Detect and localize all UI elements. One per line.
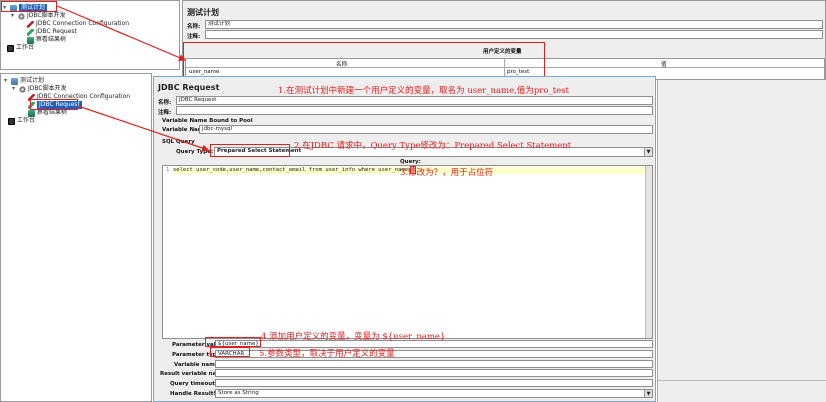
tree-item-thread-group[interactable]: ▾ JDBC脚本开发 [12,85,67,93]
pool-section-title: Variable Name Bound to Pool [162,118,253,124]
annotation-box-param-values [205,337,261,347]
gear-icon [19,85,26,93]
tree-item-label: JDBC Connection Configuration [36,20,130,27]
name-field[interactable]: JDBC Request [176,96,653,105]
right-panel-divider [658,380,826,381]
line-number: 1 [166,167,170,173]
tree-item-workbench[interactable]: 工作台 [7,44,34,52]
annotation-text-5: 5.参数类型，取决于用户定义的变量 [259,349,395,359]
name-field[interactable]: 测试计划 [205,20,823,29]
workbench-icon [8,117,15,125]
tree-item-label: JDBC脚本开发 [28,85,67,92]
comment-field[interactable] [176,106,653,115]
tree-item-label: 工作台 [17,117,36,124]
tree-item-jdbc-connection[interactable]: JDBC Connection Configuration [27,20,129,28]
page-title: 测试计划 [187,8,219,17]
comment-label: 注释: [187,34,201,40]
tree-item-workbench[interactable]: 工作台 [8,117,35,125]
tree-item-label: 察看结果树 [37,109,68,116]
annotation-text-2: 2.在JDBC 请求中，Query Type修改为：Prepared Selec… [294,141,572,151]
annotation-text-1: 1.在测试计划中新建一个用户定义的变量，取名为 user_name,值为pro_… [278,86,569,96]
sql-text: select user_code,user_name,contact_email… [173,167,412,173]
page-title: JDBC Request [158,83,220,92]
test-plan-icon [11,77,18,85]
annotation-box-test-plan [1,1,57,12]
comment-label: 注释: [158,110,172,116]
sql-query-editor[interactable]: 1 select user_code,user_name,contact_ema… [162,165,653,339]
annotation-text-3: 3.修改为？，用于占位符 [400,168,494,178]
annotation-box-query-type [210,144,290,157]
tree-item-label: JDBC脚本开发 [27,12,66,19]
sql-section-title: SQL Query [162,139,195,145]
name-label: 名称: [158,100,172,106]
tree-item-label: JDBC Request [36,28,77,35]
editor-scrollbar[interactable] [645,166,652,338]
bottom-test-plan-tree: ▾ 测试计划 ▾ JDBC脚本开发 JDBC Connection Config… [0,73,152,402]
tree-item-label: 察看结果树 [36,36,67,43]
annotation-box-udv [183,42,545,78]
comment-field[interactable] [205,30,823,39]
tree-item-test-plan[interactable]: ▾ 测试计划 [4,77,44,85]
annotation-box-jdbc-request [30,99,78,110]
variable-names-field[interactable] [215,360,653,368]
query-timeout-field[interactable] [215,379,653,387]
tree-item-label: 测试计划 [20,77,45,84]
collapse-icon[interactable]: ▾ [4,77,10,85]
name-label: 名称: [187,24,201,30]
tree-item-view-results[interactable]: 察看结果树 [27,36,66,44]
dropdown-arrow-icon[interactable]: ▼ [644,390,652,397]
variable-name-field[interactable]: jdbc-mysql [199,125,653,134]
tree-item-jdbc-request[interactable]: JDBC Request [27,28,77,36]
wrench-icon [27,20,34,28]
annotation-box-param-types [210,347,250,357]
listener-icon [27,36,34,44]
gear-icon [18,12,25,20]
sampler-icon [27,28,34,36]
tree-item-thread-group[interactable]: ▾ JDBC脚本开发 [11,12,66,20]
query-type-label: Query Type: [176,149,214,155]
workbench-icon [7,44,14,52]
tree-item-view-results[interactable]: 察看结果树 [28,109,67,117]
annotation-text-4: 4.添加用户定义的变量，变量为 ${user_name} [261,332,446,342]
handle-resultset-value: Store as String [218,390,259,396]
tree-item-label: 工作台 [16,44,35,51]
dropdown-arrow-icon[interactable]: ▼ [644,148,652,156]
listener-icon [28,109,35,117]
collapse-icon[interactable]: ▾ [12,85,18,93]
result-variable-field[interactable] [215,369,653,377]
collapse-icon[interactable]: ▾ [11,12,17,20]
handle-resultset-select[interactable]: Store as String ▼ [215,389,653,398]
right-background-panel [657,80,826,402]
